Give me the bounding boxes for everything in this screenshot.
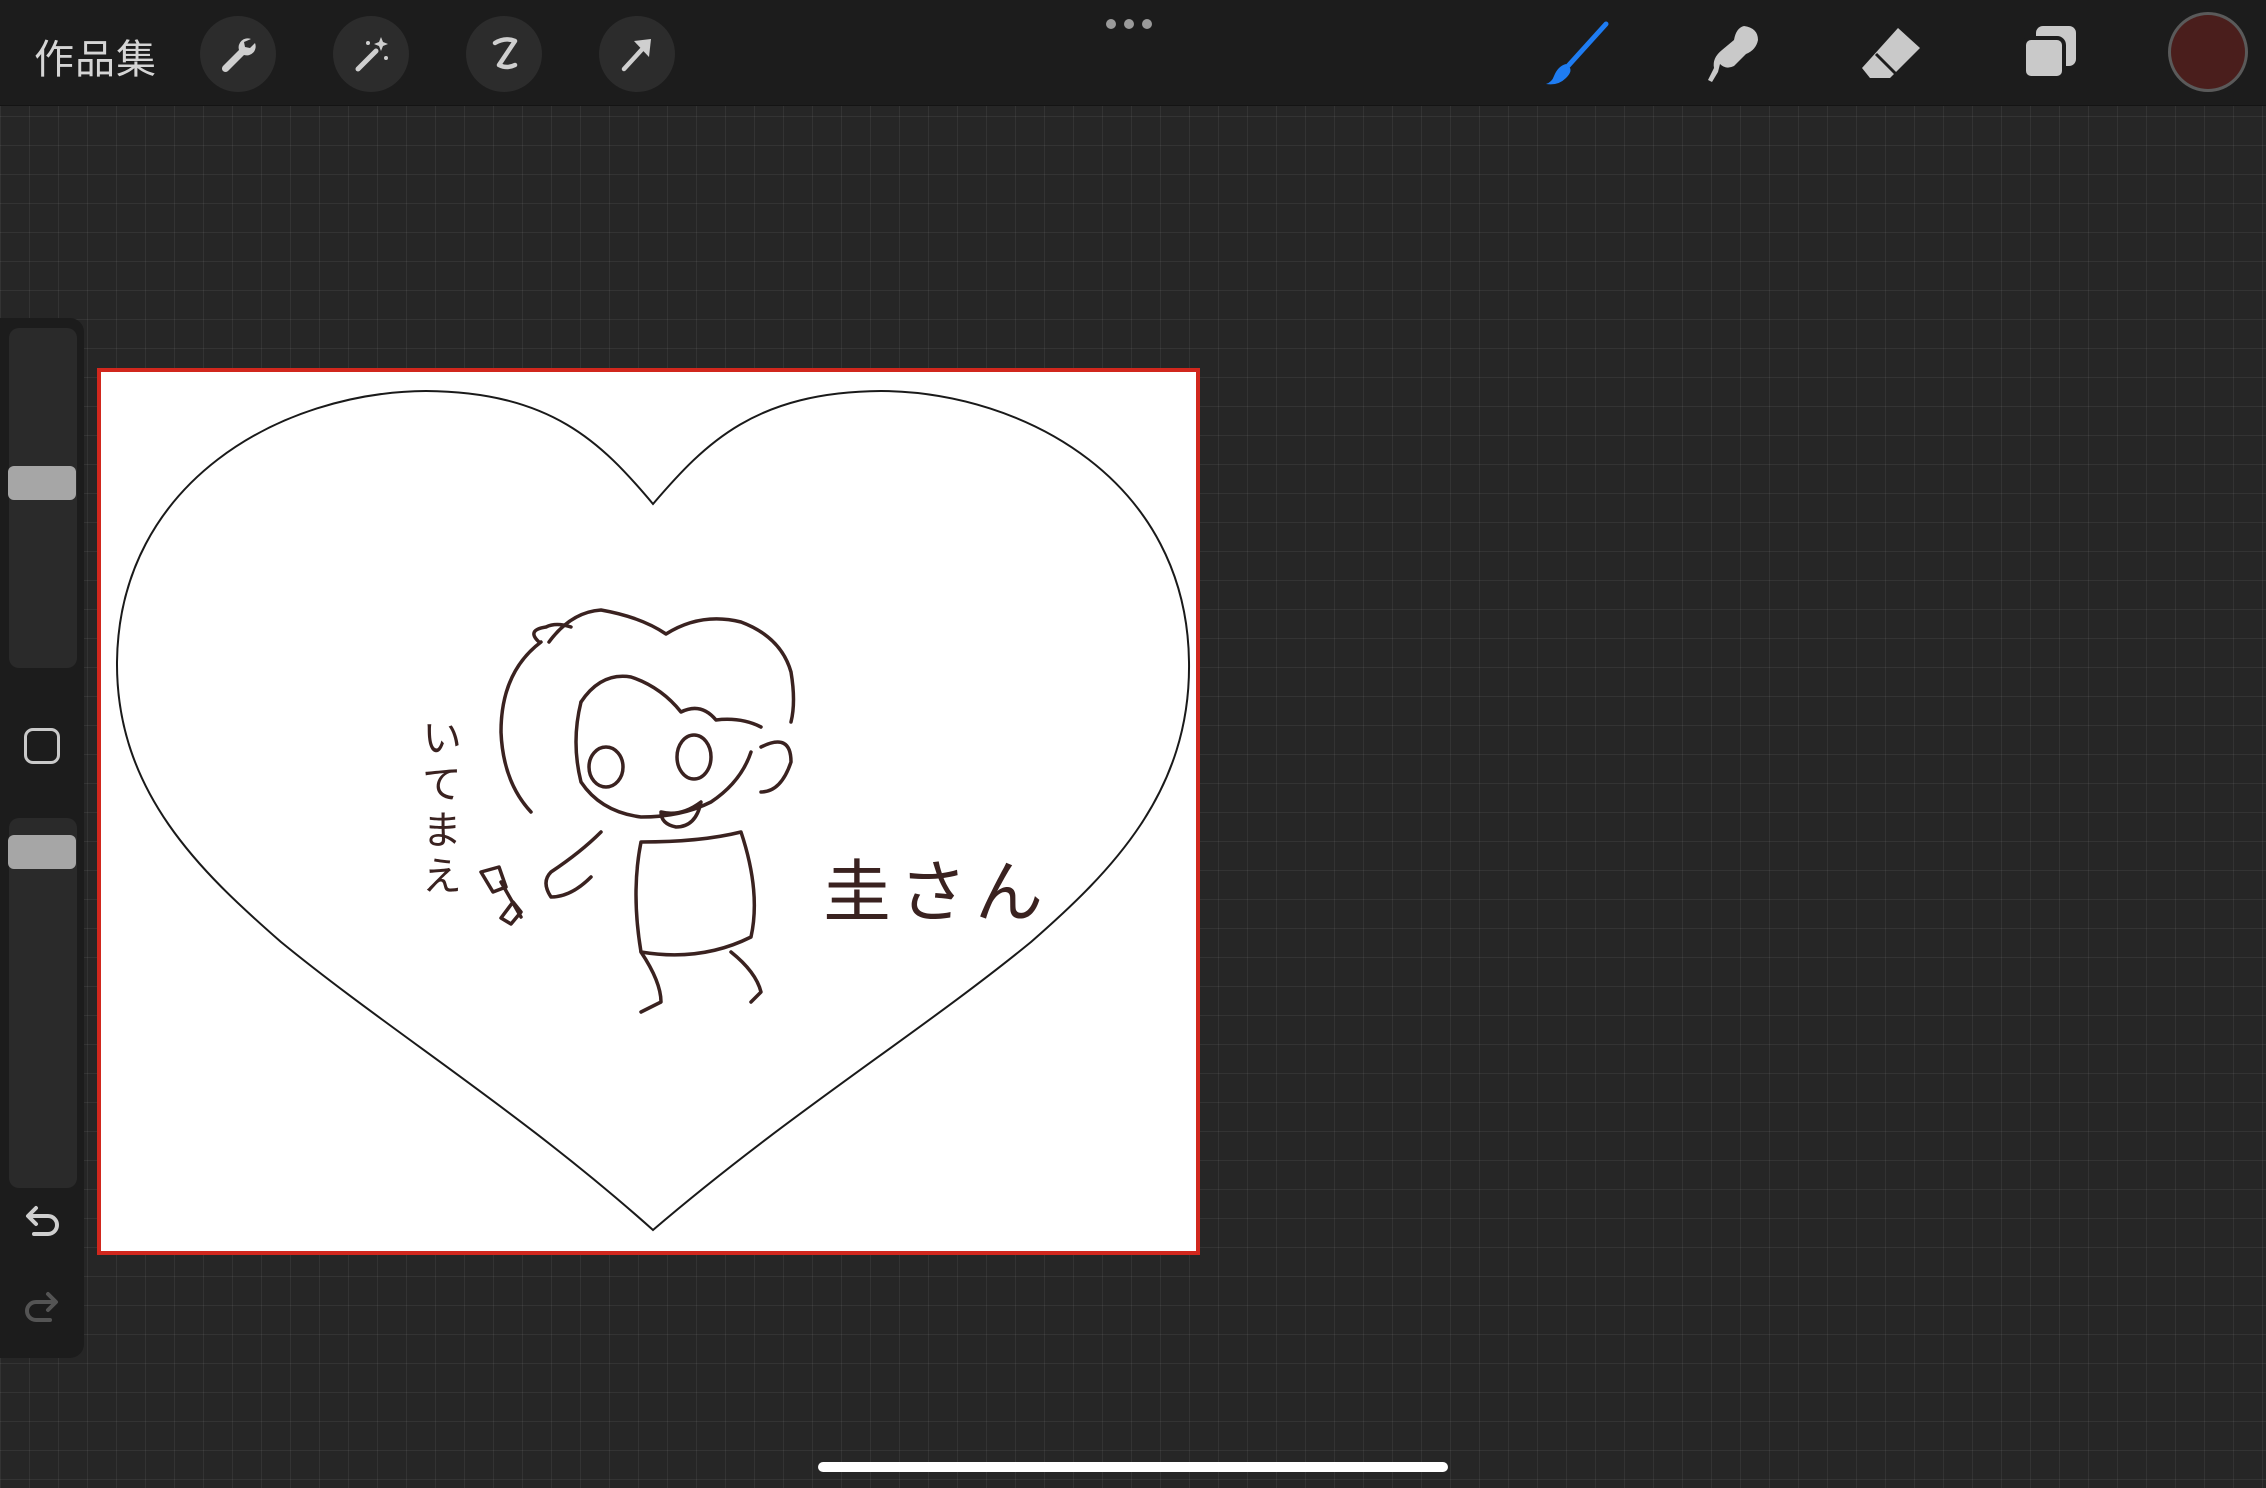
left-sidebar — [0, 318, 84, 1358]
transform-button[interactable] — [599, 16, 675, 92]
brush-icon — [1546, 21, 1609, 85]
smudge-tool-button[interactable] — [1696, 18, 1772, 90]
layers-button[interactable] — [2012, 18, 2088, 90]
eraser-icon — [1862, 28, 1920, 78]
opacity-slider-thumb[interactable] — [8, 834, 76, 869]
drawing-canvas[interactable]: いてまえ 圭さん — [97, 368, 1200, 1255]
actions-button[interactable] — [200, 16, 276, 92]
selection-icon — [492, 37, 518, 70]
brush-size-slider-thumb[interactable] — [8, 465, 76, 500]
smudge-icon — [1708, 26, 1758, 82]
brush-tool-button[interactable] — [1540, 18, 1616, 90]
transform-arrow-icon — [621, 39, 651, 72]
chibi-character — [479, 608, 796, 1014]
more-options-dots[interactable] — [1106, 17, 1152, 31]
redo-icon — [25, 1292, 58, 1322]
adjustments-button[interactable] — [333, 16, 409, 92]
layers-icon — [2022, 26, 2076, 80]
modify-button[interactable] — [24, 728, 60, 764]
eraser-tool-button[interactable] — [1854, 18, 1930, 90]
wrench-icon — [221, 38, 256, 73]
vertical-caption-text: いてまえ — [415, 717, 461, 901]
selection-button[interactable] — [466, 16, 542, 92]
undo-icon — [26, 1206, 59, 1236]
undo-button[interactable] — [18, 1198, 66, 1246]
canvas-artwork — [115, 389, 1191, 1232]
dot-icon — [1106, 19, 1116, 29]
heart-outline — [115, 389, 1191, 1232]
magic-wand-icon — [355, 37, 388, 72]
dot-icon — [1142, 19, 1152, 29]
opacity-slider[interactable] — [9, 818, 77, 1188]
color-picker-button[interactable] — [2171, 15, 2245, 89]
home-indicator[interactable] — [818, 1462, 1448, 1472]
top-toolbar: 作品集 — [0, 0, 2266, 106]
dot-icon — [1124, 19, 1134, 29]
redo-button[interactable] — [18, 1284, 66, 1332]
name-caption-text: 圭さん — [823, 854, 1052, 933]
gallery-button[interactable]: 作品集 — [34, 27, 157, 85]
